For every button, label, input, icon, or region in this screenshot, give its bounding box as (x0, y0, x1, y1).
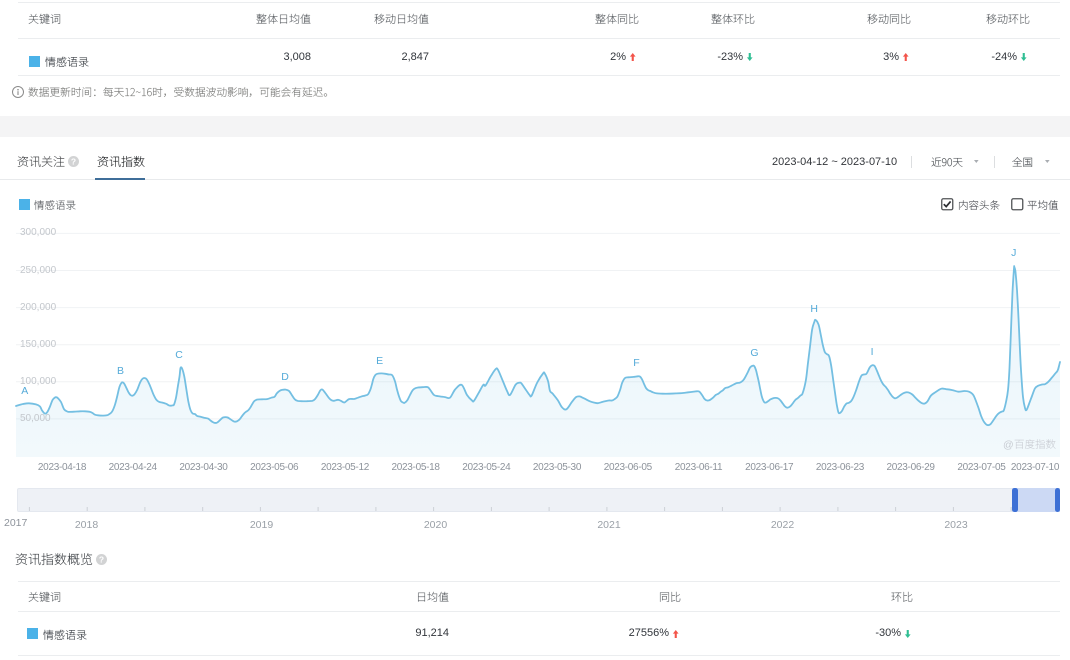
svg-text:@: @ (1003, 439, 1014, 451)
svg-text:?: ? (71, 156, 76, 166)
svg-text:?: ? (99, 554, 104, 564)
